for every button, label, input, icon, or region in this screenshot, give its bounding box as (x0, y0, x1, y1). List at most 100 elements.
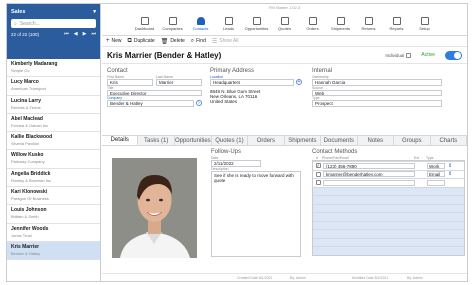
record-title: Kris Marrier (Bender & Hatley) (107, 50, 222, 60)
tab-groups[interactable]: Groups (394, 136, 431, 145)
list-item[interactable]: Abel Maclead Ferrara & Galvan Inc (7, 114, 100, 133)
sort-arrows-icon[interactable]: ⇕ (448, 163, 454, 169)
search-input[interactable]: ⌕ Search... (11, 19, 96, 28)
tab-details[interactable]: Details (102, 136, 139, 145)
list-item-name: Kari Klonowski (11, 189, 48, 196)
last-record-icon[interactable]: ⏭ (91, 31, 96, 37)
list-item[interactable]: Lucina Larry Rentals & Feeds (7, 96, 100, 114)
list-item-selected[interactable]: Kris Marrier Bender & Hatley (7, 241, 100, 261)
list-item-name: Kris Marrier (11, 243, 40, 250)
column-header: Phone/Fax/Email (322, 156, 349, 160)
show-all-button[interactable]: ☰ Show All (212, 38, 239, 45)
email-field[interactable]: kmarrier@benderhatley.com (323, 171, 415, 178)
building-icon (168, 16, 177, 25)
next-record-icon[interactable]: ▶ (83, 31, 87, 37)
record-fields: Contact First Name Kris Last Name Marrier … (102, 66, 467, 134)
quote-icon (280, 16, 289, 25)
record-footer: Created Date 8/1/2021 By: Admin Modified… (102, 273, 467, 281)
list-item-name: Angelia Briddick (11, 170, 51, 177)
primary-address-section: Primary Address Location Headquarters + 8… (210, 68, 302, 104)
sort-arrows-icon[interactable]: ⇕ (448, 171, 454, 177)
table-row-empty (313, 220, 464, 229)
created-date: Created Date 8/1/2021 (237, 276, 273, 280)
list-item[interactable]: Kari Klonowski Paragon Of Business (7, 187, 100, 206)
contact-photo[interactable] (112, 158, 197, 258)
list-item[interactable]: Kimberly Madarang Simple Co (7, 59, 100, 78)
module-quotes[interactable]: Quotes (272, 12, 298, 35)
module-companies[interactable]: Companies (160, 12, 186, 35)
module-toolbar: Dashboard Companies Contacts Leads Oppor… (102, 12, 467, 36)
new-type-field[interactable] (427, 179, 445, 186)
table-row-empty (313, 195, 464, 204)
phone-field[interactable]: (123) 456-7890 (323, 162, 415, 169)
table-row-empty[interactable] (313, 178, 464, 187)
individual-checkbox[interactable]: Individual (385, 52, 412, 58)
delete-button[interactable]: 🗑 Delete (161, 38, 185, 45)
table-row-empty (313, 186, 464, 195)
module-returns[interactable]: Returns (356, 12, 382, 35)
list-item[interactable]: Jennifer Woods Jones Trust (7, 224, 100, 242)
new-button[interactable]: + New (106, 38, 122, 44)
duplicate-icon: ⧉ (127, 37, 132, 44)
table-row-empty (313, 212, 464, 221)
list-item[interactable]: Kallie Blackwood Silveria Pavilion (7, 132, 100, 151)
first-name-field[interactable]: Kris (107, 79, 153, 86)
table-row-empty (313, 203, 464, 212)
list-item[interactable]: Louis Johnson Brittain & Smith (7, 205, 100, 224)
tab-notes[interactable]: Notes (357, 136, 395, 145)
tab-tasks[interactable]: Tasks (1) (138, 136, 175, 145)
primary-checkbox[interactable]: ✓ (315, 163, 321, 169)
list-item-name: Lucy Marco (11, 79, 39, 86)
list-item[interactable]: Angelia Briddick Rowley & Bowman Inc (7, 169, 100, 188)
search-icon: ⌕ (190, 37, 195, 44)
list-item-name: Kimberly Madarang (11, 61, 58, 67)
tab-orders[interactable]: Orders (248, 136, 285, 145)
duplicate-button[interactable]: ⧉ Duplicate (128, 38, 155, 45)
module-shipments[interactable]: Shipments (328, 12, 354, 35)
module-label: Leads (223, 25, 234, 31)
type-field[interactable]: Email (427, 171, 445, 178)
module-opportunities[interactable]: Opportunities (244, 12, 270, 35)
company-field[interactable]: Bender & Hatley (107, 100, 194, 107)
type-field[interactable]: Work (427, 162, 445, 169)
module-leads[interactable]: Leads (216, 12, 242, 35)
follow-ups-section: Follow-Ups Date 2/11/2022 Description Se… (211, 149, 301, 257)
module-selector[interactable]: Sales ▾ (11, 7, 96, 16)
module-dashboard[interactable]: Dashboard (132, 12, 158, 35)
go-to-icon[interactable]: › (196, 100, 202, 107)
tab-documents[interactable]: Documents (321, 136, 358, 145)
primary-checkbox[interactable] (315, 171, 321, 177)
list-item-company: Brittain & Smith (11, 214, 39, 220)
module-contacts[interactable]: Contacts (188, 12, 214, 35)
location-field[interactable]: Headquarters (210, 79, 294, 86)
list-item-company: Rowley & Bowman Inc (11, 177, 52, 183)
list-item[interactable]: Lucy Marco American Transport (7, 77, 100, 96)
list-item[interactable]: Willow Kusko Parkway Company (7, 150, 100, 169)
tab-opportunities[interactable]: Opportunities (174, 136, 212, 145)
module-label: Quotes (278, 25, 291, 31)
new-value-field[interactable] (323, 179, 415, 186)
primary-checkbox[interactable] (315, 180, 321, 186)
tab-shipments[interactable]: Shipments (284, 136, 322, 145)
last-name-field[interactable]: Marrier (156, 79, 202, 86)
previous-record-icon[interactable]: ◀ (74, 31, 78, 37)
find-button[interactable]: ⌕ Find (191, 38, 206, 45)
list-item-name: Willow Kusko (11, 152, 44, 159)
table-row: kmarrier@benderhatley.com Email ⇕ (313, 169, 464, 179)
tab-charts[interactable]: Charts (430, 136, 467, 145)
search-icon: ⌕ (14, 20, 17, 27)
list-item-name: Lucina Larry (11, 97, 42, 104)
module-setup[interactable]: Setup (412, 12, 438, 35)
add-address-icon[interactable]: + (296, 79, 302, 86)
follow-up-description-field[interactable]: See if she is ready to move forward with… (211, 170, 301, 257)
module-reports[interactable]: Reports (384, 12, 410, 35)
orders-icon (308, 16, 317, 25)
action-bar: + New ⧉ Duplicate 🗑 Delete ⌕ Find ☰ Show All (102, 36, 467, 47)
chevron-down-icon: ▾ (93, 8, 96, 15)
first-record-icon[interactable]: ⏮ (64, 31, 69, 37)
active-toggle[interactable] (445, 50, 462, 60)
tab-quotes[interactable]: Quotes (1) (211, 136, 249, 145)
module-orders[interactable]: Orders (300, 12, 326, 35)
type-field[interactable]: Prospect (312, 100, 442, 107)
list-item-company: Silveria Pavilion (11, 141, 40, 147)
